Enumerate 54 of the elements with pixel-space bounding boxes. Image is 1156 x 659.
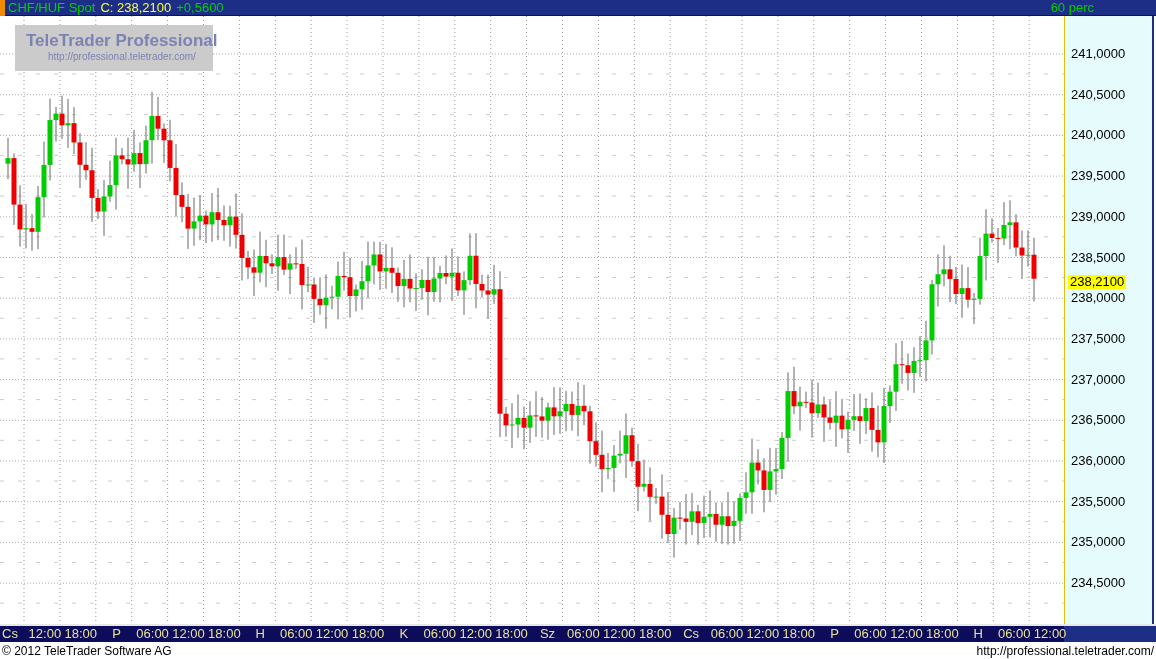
price-tick: 240,0000 xyxy=(1071,128,1126,143)
logo-url: http://professional.teletrader.com/ xyxy=(48,50,196,63)
time-label: 18:00 xyxy=(926,626,959,641)
price-change: +0,5600 xyxy=(176,0,224,15)
time-label: 12:00 xyxy=(459,626,492,641)
time-label: 06:00 xyxy=(854,626,887,641)
time-label: 12:00 xyxy=(315,626,349,641)
website-url: http://professional.teletrader.com/ xyxy=(976,643,1154,658)
price-tick: 239,0000 xyxy=(1071,209,1126,224)
symbol-label: CHF/HUF Spot xyxy=(8,0,96,15)
time-label: 06:00 xyxy=(423,626,457,641)
time-label: 06:00 xyxy=(710,626,744,641)
time-label: 12:00 xyxy=(172,626,205,641)
logo-title: TeleTrader Professional xyxy=(26,31,218,50)
close-price: C: 238,2100 xyxy=(100,0,172,15)
price-tick: 237,0000 xyxy=(1071,372,1126,387)
time-label: Cs xyxy=(683,626,700,641)
price-tick: 239,5000 xyxy=(1071,169,1126,184)
time-label: Cs xyxy=(2,626,18,641)
time-label: 06:00 xyxy=(567,626,600,641)
time-label: 06:00 xyxy=(279,626,313,641)
price-tick: 241,0000 xyxy=(1071,47,1126,61)
price-tick: 238,0000 xyxy=(1071,291,1126,306)
price-tick: 234,5000 xyxy=(1071,576,1126,591)
time-label: 12:00 xyxy=(890,626,923,641)
time-label: 18:00 xyxy=(638,626,672,641)
price-tick: 235,0000 xyxy=(1071,535,1126,550)
time-label: P xyxy=(112,626,121,641)
price-tick: 235,5000 xyxy=(1071,494,1126,509)
time-label: 06:00 xyxy=(997,626,1031,641)
current-price-label: 238,2100 xyxy=(1068,275,1127,289)
time-label: 18:00 xyxy=(64,626,98,641)
time-label: 18:00 xyxy=(208,626,241,641)
time-label: 06:00 xyxy=(136,626,169,641)
time-label: K xyxy=(399,626,409,641)
price-tick: 236,5000 xyxy=(1071,413,1126,428)
copyright-text: © 2012 TeleTrader Software AG xyxy=(2,643,172,658)
time-label: 12:00 xyxy=(746,626,780,641)
time-label: Sz xyxy=(539,626,556,641)
time-label: 18:00 xyxy=(782,626,816,641)
price-tick: 236,0000 xyxy=(1071,454,1126,468)
time-label: 12:00 xyxy=(1033,626,1067,641)
period-label: 60 perc xyxy=(1050,0,1094,15)
time-label: P xyxy=(830,626,839,641)
time-label: H xyxy=(255,626,265,641)
header-marker xyxy=(0,0,5,16)
time-label: 18:00 xyxy=(495,626,528,641)
price-tick: 238,5000 xyxy=(1071,250,1126,265)
time-label: H xyxy=(973,626,983,641)
price-tick: 237,5000 xyxy=(1071,331,1126,346)
time-label: 12:00 xyxy=(603,626,636,641)
time-label: 18:00 xyxy=(351,626,385,641)
time-label: 12:00 xyxy=(28,626,62,641)
price-tick: 240,5000 xyxy=(1071,87,1126,102)
